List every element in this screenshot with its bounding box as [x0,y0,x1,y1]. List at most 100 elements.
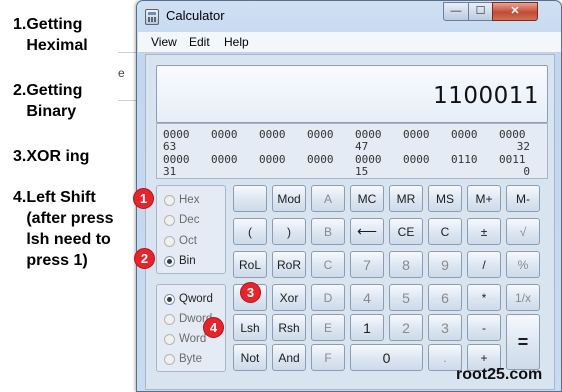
step-badge-1: 1 [133,188,154,209]
square-root-key[interactable]: √ [506,218,540,245]
memory-store-key[interactable]: MS [428,185,462,212]
result-display: 1100011 [156,65,548,123]
bit-group[interactable]: 0000 [451,128,478,141]
radio-word-label: Word [179,333,207,345]
left-shift-key[interactable]: Lsh [233,314,267,341]
hex-d-key[interactable]: D [311,284,345,311]
radio-hex[interactable]: Hex [164,192,199,208]
radio-qword-label: Qword [179,293,213,305]
open-paren-key[interactable]: ( [233,218,267,245]
radio-byte[interactable]: Byte [164,351,202,367]
bit-group[interactable]: 0000 [259,153,286,166]
digit-2-key[interactable]: 2 [389,314,423,341]
radio-dword-circle[interactable] [164,313,175,325]
radio-hex-circle[interactable] [164,194,175,206]
clear-entry-key[interactable]: CE [389,218,423,245]
radio-oct-label: Oct [179,235,197,247]
percent-key[interactable]: % [506,251,540,278]
negate-key[interactable]: ± [467,218,501,245]
digit-8-key[interactable]: 8 [389,251,423,278]
menu-bar: View Edit Help [138,32,561,53]
bit-group[interactable]: 0000 [403,128,430,141]
digit-9-key[interactable]: 9 [428,251,462,278]
and-key[interactable]: And [272,344,306,371]
clear-key[interactable]: C [428,218,462,245]
menu-view[interactable]: View [151,35,177,49]
bit-group[interactable]: 0000 [211,128,238,141]
bit-index: 47 [355,140,369,153]
digit-7-key[interactable]: 7 [350,251,384,278]
hex-a-key[interactable]: A [311,185,345,212]
digit-0-key[interactable]: 0 [350,344,423,371]
hex-b-key[interactable]: B [311,218,345,245]
right-shift-key[interactable]: Rsh [272,314,306,341]
equals-key[interactable]: = [506,314,540,370]
radio-bin-circle[interactable] [164,255,175,267]
radio-dec-circle[interactable] [164,214,175,226]
divide-key[interactable]: / [467,251,501,278]
radio-byte-label: Byte [179,353,203,365]
background-divider [118,100,138,101]
note-xoring: 3.XOR ing [13,148,90,165]
bit-panel: 0000 0000 0000 0000 0000 0000 0000 0000 … [156,123,548,179]
radio-word[interactable]: Word [164,331,206,347]
rotate-left-key[interactable]: RoL [233,251,267,278]
background-divider [118,52,138,53]
backspace-key[interactable]: ⟵ [350,218,384,245]
hex-e-key[interactable]: E [311,314,345,341]
title-bar[interactable]: Calculator — ☐ ✕ [137,1,561,31]
subtract-key[interactable]: - [467,314,501,341]
menu-help[interactable]: Help [224,35,249,49]
bit-group[interactable]: 0000 [259,128,286,141]
close-paren-key[interactable]: ) [272,218,306,245]
bit-group[interactable]: 0000 [307,153,334,166]
calculator-window: Calculator — ☐ ✕ View Edit Help 1100011 … [136,0,562,392]
reciprocal-key[interactable]: 1/x [506,284,540,311]
radio-qword-circle[interactable] [164,293,175,305]
radio-hex-label: Hex [179,194,200,206]
radio-oct-circle[interactable] [164,235,175,247]
minimize-button[interactable]: — [443,2,469,21]
background-page-text: e [118,66,125,80]
step-badge-3: 3 [240,282,261,303]
memory-recall-key[interactable]: MR [389,185,423,212]
bit-group[interactable]: 0000 [211,153,238,166]
calculator-body: 1100011 0000 0000 0000 0000 0000 0000 00… [145,54,555,390]
xor-key[interactable]: Xor [272,284,306,311]
digit-5-key[interactable]: 5 [389,284,423,311]
step-badge-4: 4 [203,317,224,338]
digit-3-key[interactable]: 3 [428,314,462,341]
radio-bin[interactable]: Bin [164,253,196,269]
bit-group[interactable]: 0110 [451,153,478,166]
mod-key[interactable]: Mod [272,185,306,212]
menu-edit[interactable]: Edit [189,35,210,49]
memory-clear-key[interactable]: MC [350,185,384,212]
radio-dec[interactable]: Dec [164,212,199,228]
rotate-right-key[interactable]: RoR [272,251,306,278]
step-badge-2: 2 [134,248,155,269]
radio-word-circle[interactable] [164,333,175,345]
multiply-key[interactable]: * [467,284,501,311]
radio-dec-label: Dec [179,214,200,226]
bit-index: 31 [163,165,177,178]
memory-add-key[interactable]: M+ [467,185,501,212]
bit-group[interactable]: 0000 [403,153,430,166]
bit-group[interactable]: 0000 [307,128,334,141]
note-getting-hex: 1.Getting Heximal [13,16,88,54]
digit-1-key[interactable]: 1 [350,314,384,341]
memory-subtract-key[interactable]: M- [506,185,540,212]
calculator-app-icon[interactable] [145,9,159,25]
maximize-button[interactable]: ☐ [468,2,493,21]
radix-group: Hex Dec Oct Bin [156,185,226,274]
radio-bin-label: Bin [179,255,196,267]
hex-f-key[interactable]: F [311,344,345,371]
hex-c-key[interactable]: C [311,251,345,278]
radio-byte-circle[interactable] [164,353,175,365]
not-key[interactable]: Not [233,344,267,371]
digit-4-key[interactable]: 4 [350,284,384,311]
radio-oct[interactable]: Oct [164,233,197,249]
digit-6-key[interactable]: 6 [428,284,462,311]
blank-key[interactable] [233,185,267,212]
radio-qword[interactable]: Qword [164,291,213,307]
close-button[interactable]: ✕ [492,2,538,21]
